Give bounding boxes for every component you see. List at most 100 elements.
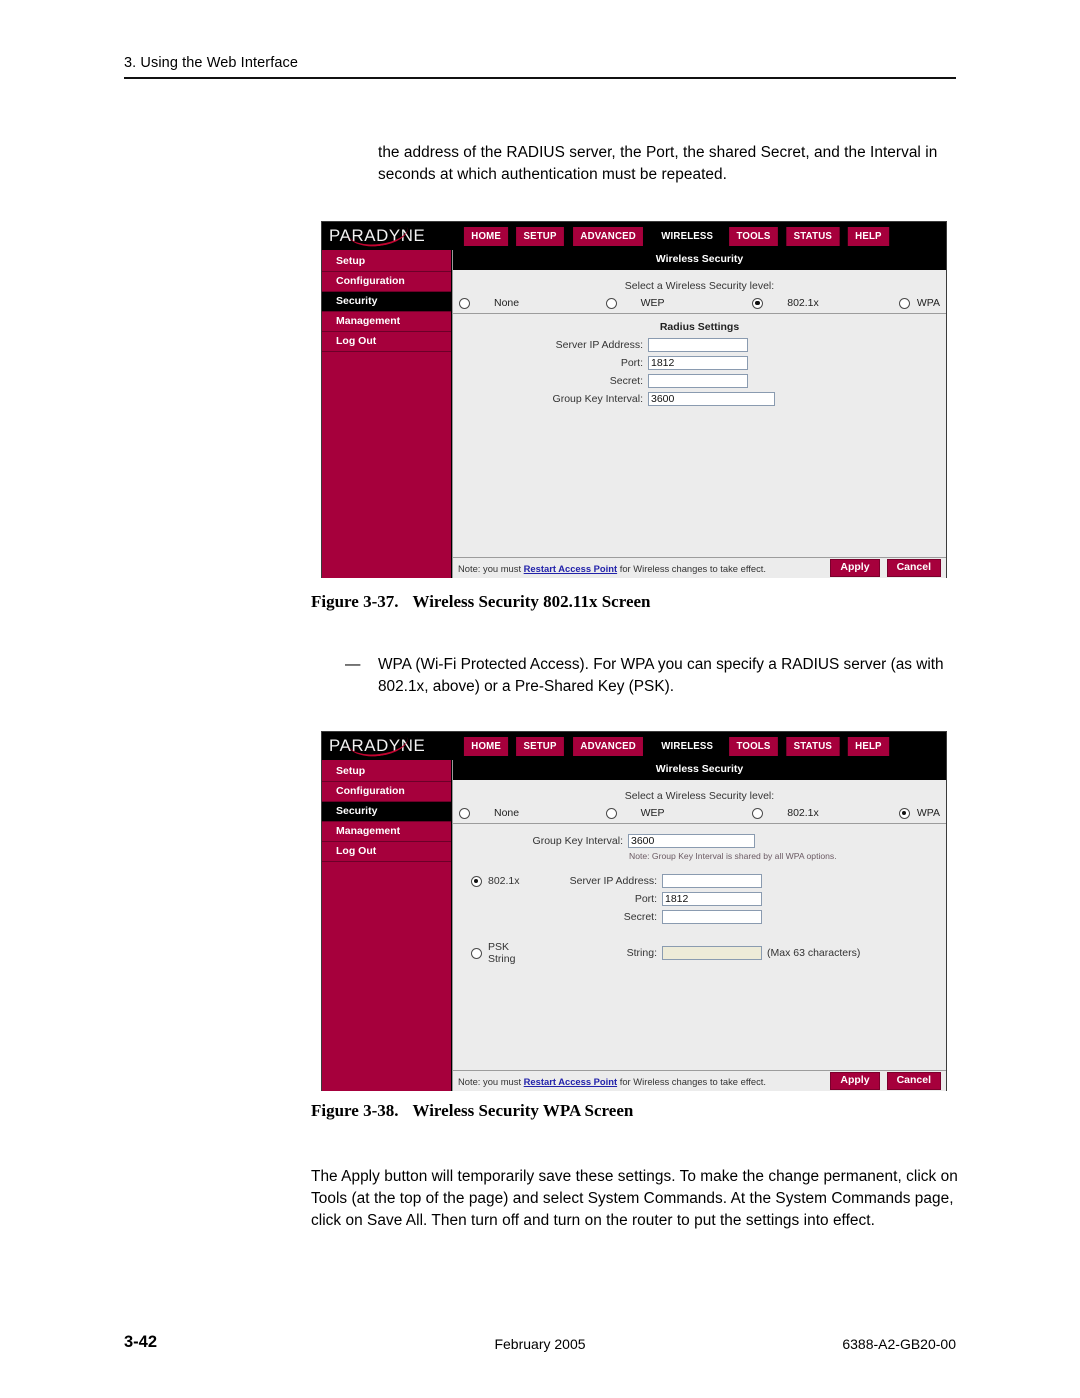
security-option-wep[interactable]: WEP	[605, 297, 753, 309]
input-psk-string[interactable]	[662, 945, 762, 960]
sidebar-item-setup[interactable]: Setup	[322, 252, 451, 272]
input-secret[interactable]	[662, 910, 762, 924]
security-option-none[interactable]: None	[459, 807, 606, 819]
nav-item-wireless[interactable]: WIRELESS	[653, 736, 721, 756]
psk-max-chars-hint: (Max 63 characters)	[767, 946, 861, 959]
label-group-key-interval: Group Key Interval:	[532, 835, 623, 847]
figure-2-number: Figure 3-38.	[311, 1101, 399, 1120]
wpa-radio-8021x-wrap[interactable]: 802.1x	[453, 874, 538, 887]
wpa-bullet: — WPA (Wi-Fi Protected Access). For WPA …	[345, 654, 945, 698]
security-option-wpa[interactable]: WPA	[898, 297, 940, 309]
cancel-button[interactable]: Cancel	[886, 559, 941, 577]
radio-psk-icon[interactable]	[471, 947, 482, 959]
nav-item-tools[interactable]: TOOLS	[729, 226, 778, 246]
input-server-ip[interactable]	[662, 874, 762, 888]
paradyne-logo: PARADYNE	[329, 734, 450, 760]
radio-wep-icon[interactable]	[605, 297, 617, 309]
ui-topbar: PARADYNE HOME SETUP ADVANCED WIRELESS TO…	[322, 732, 946, 760]
nav-item-setup[interactable]: SETUP	[516, 226, 565, 246]
wpa-radio-psk-wrap[interactable]: PSK String	[453, 940, 538, 965]
label-server-ip: Server IP Address:	[555, 339, 643, 351]
field-row-server-ip: Server IP Address:	[501, 338, 946, 352]
radius-settings-form: Server IP Address: Port: 1812 Secret: Gr…	[501, 338, 946, 406]
security-option-wep[interactable]: WEP	[605, 807, 753, 819]
wpa-option-8021x: 802.1x Server IP Address: Port: 1812 Sec…	[453, 874, 946, 928]
field-row-secret: Secret:	[501, 374, 946, 388]
ui-body: Setup Configuration Security Management …	[322, 760, 946, 1091]
sidebar-item-configuration[interactable]: Configuration	[322, 782, 451, 802]
sidebar-item-setup[interactable]: Setup	[322, 762, 451, 782]
radius-settings-title: Radius Settings	[659, 321, 740, 333]
footer-date: February 2005	[494, 1336, 586, 1352]
sidebar-item-configuration[interactable]: Configuration	[322, 272, 451, 292]
panel-footer: Note: you must Restart Access Point for …	[453, 557, 946, 578]
input-group-key-interval[interactable]: 3600	[628, 834, 755, 848]
radio-wep-icon[interactable]	[605, 807, 617, 819]
security-option-8021x[interactable]: 802.1x	[752, 807, 899, 819]
cancel-button[interactable]: Cancel	[886, 1072, 941, 1090]
sidebar-item-management[interactable]: Management	[322, 312, 451, 332]
panel-title: Wireless Security	[453, 760, 946, 780]
main-panel: Wireless Security Select a Wireless Secu…	[452, 760, 946, 1091]
input-group-key-interval[interactable]: 3600	[648, 392, 775, 406]
radio-8021x-icon[interactable]	[752, 807, 764, 819]
nav-item-tools[interactable]: TOOLS	[729, 736, 778, 756]
wpa-option-psk-label: PSK String	[488, 941, 516, 965]
sidebar: Setup Configuration Security Management …	[322, 760, 452, 1091]
nav-item-help[interactable]: HELP	[847, 736, 889, 756]
input-server-ip[interactable]	[648, 338, 748, 352]
sidebar: Setup Configuration Security Management …	[322, 250, 452, 578]
figure-1-title: Wireless Security 802.11x Screen	[412, 592, 651, 611]
group-key-note: Note: Group Key Interval is shared by al…	[629, 851, 837, 861]
input-secret[interactable]	[648, 374, 748, 388]
sidebar-item-security[interactable]: Security	[322, 292, 451, 312]
field-row-group-key-interval: Group Key Interval: 3600	[453, 824, 946, 848]
panel-content: Select a Wireless Security level: None W…	[453, 270, 946, 557]
nav-item-advanced[interactable]: ADVANCED	[573, 226, 644, 246]
nav-item-status[interactable]: STATUS	[786, 736, 840, 756]
nav-item-status[interactable]: STATUS	[786, 226, 840, 246]
footer-doc-number: 6388-A2-GB20-00	[842, 1336, 956, 1352]
security-level-label: Select a Wireless Security level:	[624, 790, 775, 802]
security-option-wpa[interactable]: WPA	[898, 807, 940, 819]
input-port[interactable]: 1812	[662, 892, 762, 906]
security-option-none[interactable]: None	[459, 297, 606, 309]
label-port: Port:	[634, 893, 657, 905]
nav-item-advanced[interactable]: ADVANCED	[573, 736, 644, 756]
nav-item-home[interactable]: HOME	[463, 226, 509, 246]
nav-item-setup[interactable]: SETUP	[516, 736, 565, 756]
nav-item-home[interactable]: HOME	[463, 736, 509, 756]
radio-wpa-8021x-icon[interactable]	[471, 875, 482, 887]
input-port[interactable]: 1812	[648, 356, 748, 370]
field-row-secret: Secret:	[538, 910, 946, 924]
restart-access-point-link[interactable]: Restart Access Point	[524, 563, 617, 574]
security-level-radio-group: None WEP 802.1x WPA	[453, 805, 946, 824]
radio-8021x-icon[interactable]	[752, 297, 764, 309]
radio-none-icon[interactable]	[459, 297, 470, 309]
nav-item-wireless[interactable]: WIRELESS	[653, 226, 721, 246]
radio-wpa-icon[interactable]	[898, 807, 910, 819]
main-panel: Wireless Security Select a Wireless Secu…	[452, 250, 946, 578]
sidebar-item-logout[interactable]: Log Out	[322, 842, 451, 862]
ui-body: Setup Configuration Security Management …	[322, 250, 946, 578]
figure-1-number: Figure 3-37.	[311, 592, 399, 611]
page-header: 3. Using the Web Interface	[124, 55, 956, 79]
figure-2-title: Wireless Security WPA Screen	[412, 1101, 634, 1120]
apply-button[interactable]: Apply	[830, 559, 880, 577]
security-option-8021x[interactable]: 802.1x	[752, 297, 899, 309]
apply-button[interactable]: Apply	[830, 1072, 880, 1090]
radio-none-icon[interactable]	[459, 807, 470, 819]
security-level-label: Select a Wireless Security level:	[624, 280, 775, 292]
radio-wpa-icon[interactable]	[898, 297, 910, 309]
label-server-ip: Server IP Address:	[569, 875, 657, 887]
sidebar-item-security[interactable]: Security	[322, 802, 451, 822]
nav-item-help[interactable]: HELP	[847, 226, 889, 246]
sidebar-item-logout[interactable]: Log Out	[322, 332, 451, 352]
closing-paragraph: The Apply button will temporarily save t…	[311, 1168, 958, 1229]
restart-access-point-link[interactable]: Restart Access Point	[524, 1076, 617, 1087]
restart-note-suffix: for Wireless changes to take effect.	[617, 1075, 766, 1087]
bullet-dash-icon: —	[345, 656, 361, 673]
field-row-server-ip: Server IP Address:	[538, 874, 946, 888]
main-nav: HOME SETUP ADVANCED WIRELESS TOOLS STATU…	[462, 226, 891, 246]
sidebar-item-management[interactable]: Management	[322, 822, 451, 842]
